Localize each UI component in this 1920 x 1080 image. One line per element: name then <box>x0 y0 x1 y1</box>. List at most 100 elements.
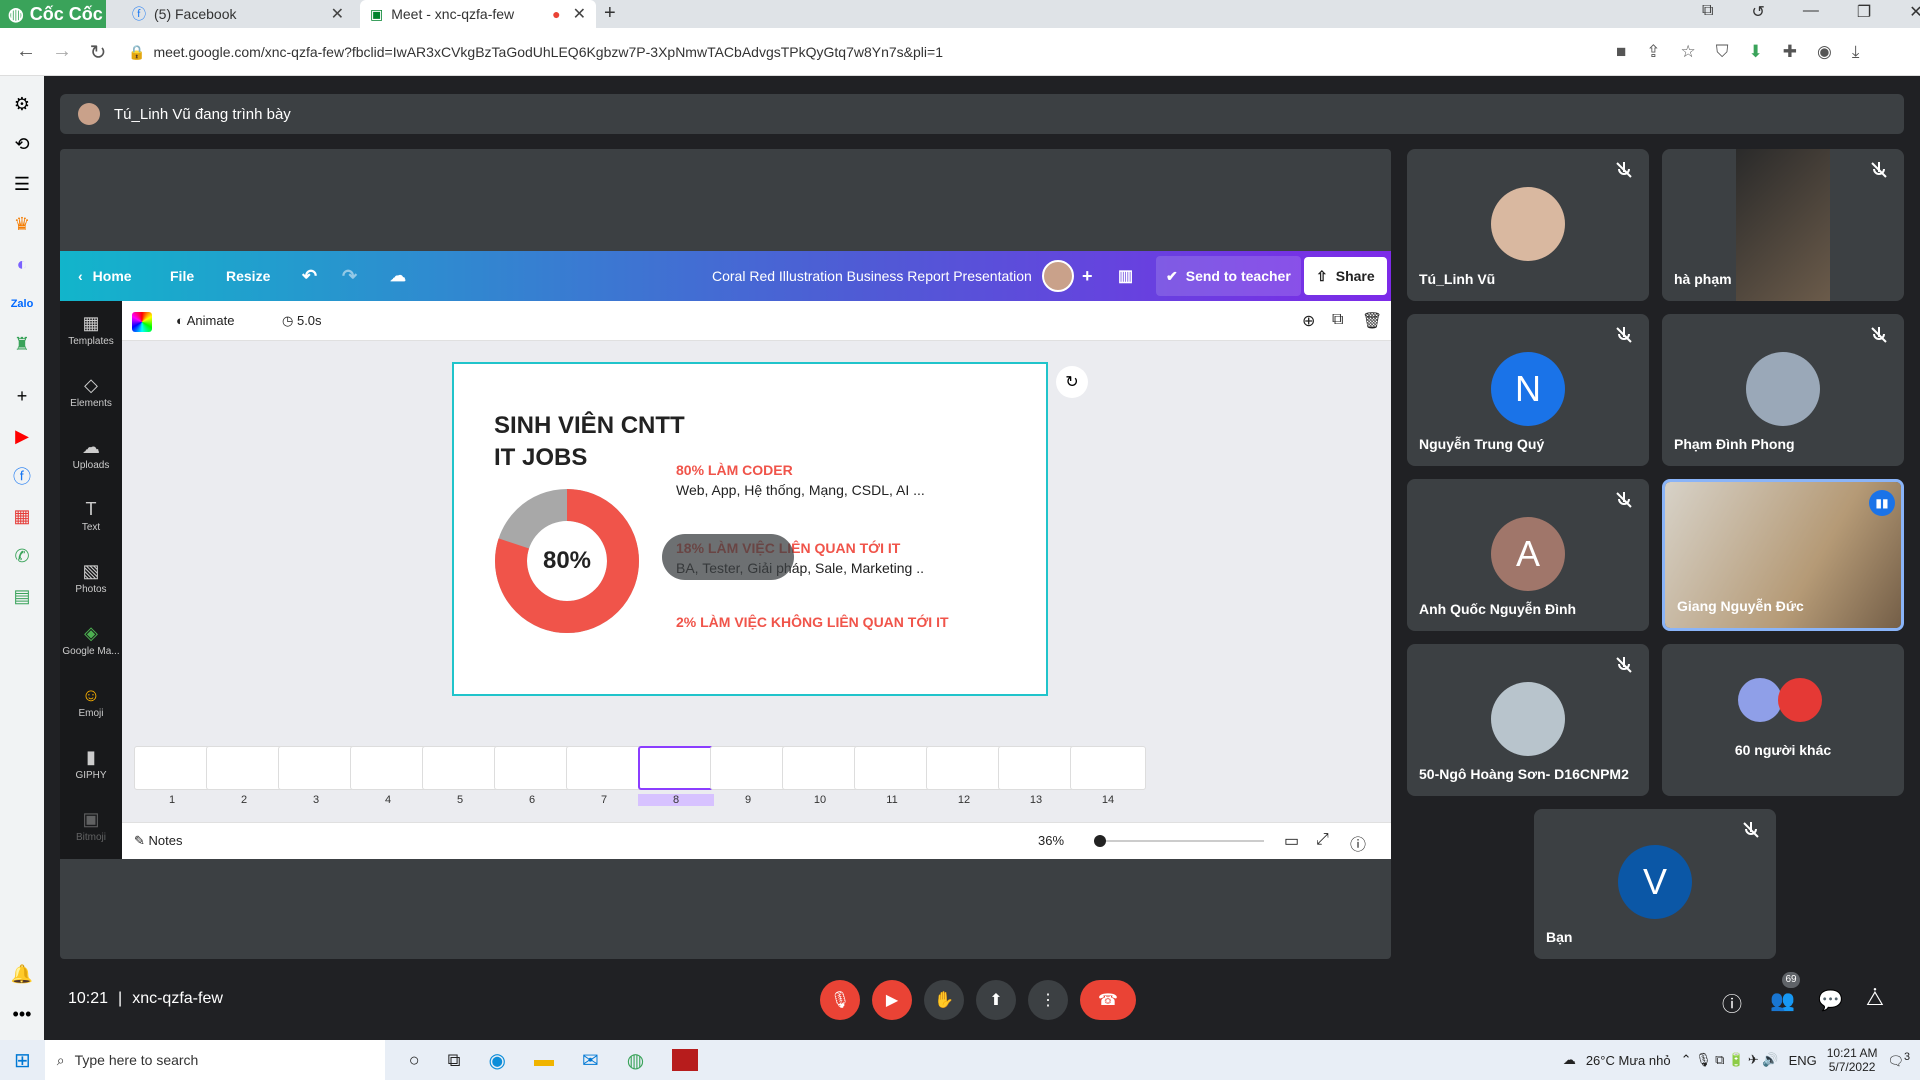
page-thumbnail[interactable] <box>854 746 930 790</box>
minimize-icon[interactable]: — <box>1803 2 1819 22</box>
trash-icon[interactable]: 🗑 <box>1362 311 1382 331</box>
cortana-icon[interactable]: ○ <box>409 1050 420 1071</box>
duration-button[interactable]: ◷ 5.0s <box>282 313 322 329</box>
youtube-icon[interactable]: ▶ <box>8 422 36 450</box>
participant-tile-speaking[interactable]: ▮▮ Giang Nguyễn Đức <box>1662 479 1904 631</box>
activities-icon[interactable]: ⧊ <box>1866 988 1884 1011</box>
fullscreen-icon[interactable]: ⤢ <box>1316 831 1329 849</box>
file-menu[interactable]: File <box>170 251 194 301</box>
file-explorer-icon[interactable]: ▬ <box>534 1049 554 1072</box>
weather-icon[interactable]: ☁ <box>1563 1052 1576 1068</box>
reload-icon[interactable]: ↻ <box>86 40 110 65</box>
collaborator-avatar[interactable]: + <box>1042 251 1093 301</box>
share-button[interactable]: ⇧ Share <box>1304 257 1387 295</box>
settings-icon[interactable]: ⚙ <box>8 90 36 118</box>
people-icon[interactable]: 👥 <box>1770 988 1795 1013</box>
windows-start-icon[interactable]: ⊞ <box>14 1048 31 1073</box>
calendar-icon[interactable]: ▦ <box>8 502 36 530</box>
close-tab-icon[interactable]: ✕ <box>331 4 344 24</box>
close-window-icon[interactable]: ✕ <box>1909 2 1920 22</box>
send-to-teacher-button[interactable]: ✔ Send to teacher <box>1156 256 1301 296</box>
rail-giphy[interactable]: ▮ GIPHY <box>60 747 122 781</box>
more-options-button[interactable]: ⋮ <box>1028 980 1068 1020</box>
add-page-icon[interactable]: ⊕ <box>1302 311 1315 331</box>
redo-icon[interactable]: ↷ <box>342 251 357 301</box>
app-taskbar-icon[interactable] <box>672 1049 699 1071</box>
design-title[interactable]: Coral Red Illustration Business Report P… <box>712 251 1032 301</box>
tab-facebook[interactable]: ⓕ (5) Facebook ✕ <box>122 0 354 28</box>
insights-icon[interactable]: ▥ <box>1118 251 1133 301</box>
sheet-icon[interactable]: ▤ <box>8 582 36 610</box>
screenshot-icon[interactable]: ⧉ <box>1702 2 1713 22</box>
notifications-icon[interactable]: 🗨3 <box>1887 1051 1910 1069</box>
raise-hand-button[interactable]: ✋ <box>924 980 964 1020</box>
taskbar-clock[interactable]: 10:21 AM 5/7/2022 <box>1827 1046 1878 1074</box>
zalo-icon[interactable]: Zalo <box>8 290 36 318</box>
mic-toggle-button[interactable]: 🎙 <box>820 980 860 1020</box>
rail-google-maps[interactable]: ◈ Google Ma... <box>60 623 122 657</box>
page-thumbnail[interactable] <box>350 746 426 790</box>
bookmark-star-icon[interactable]: ☆ <box>1681 42 1696 62</box>
slide-canvas[interactable]: SINH VIÊN CNTT IT JOBS 80% 80% LÀM CODER … <box>452 362 1048 696</box>
language-indicator[interactable]: ENG <box>1789 1053 1817 1068</box>
color-picker-icon[interactable] <box>132 312 152 332</box>
more-icon[interactable]: ••• <box>8 1000 36 1028</box>
download-green-icon[interactable]: ⬇ <box>1749 42 1763 62</box>
rail-uploads[interactable]: ☁ Uploads <box>60 437 122 471</box>
page-thumbnail[interactable] <box>710 746 786 790</box>
camera-toggle-button[interactable]: ▶ <box>872 980 912 1020</box>
self-tile[interactable]: V Bạn <box>1534 809 1776 959</box>
restore-icon[interactable]: ❐ <box>1857 2 1871 22</box>
participant-tile[interactable]: N Nguyễn Trung Quý <box>1407 314 1649 466</box>
page-thumbnail[interactable] <box>494 746 570 790</box>
others-tile[interactable]: 60 người khác <box>1662 644 1904 796</box>
participant-tile[interactable]: hà phạm <box>1662 149 1904 301</box>
resize-menu[interactable]: Resize <box>226 251 270 301</box>
list-icon[interactable]: ☰ <box>8 170 36 198</box>
camera-icon[interactable]: ■ <box>1616 42 1626 62</box>
profile-icon[interactable]: ◉ <box>1817 42 1832 62</box>
coccoc-taskbar-icon[interactable]: ◍ <box>627 1048 644 1073</box>
home-button[interactable]: ‹ Home <box>78 251 132 301</box>
page-thumbnail[interactable] <box>998 746 1074 790</box>
game-icon[interactable]: ♜ <box>8 330 36 358</box>
cloud-saved-icon[interactable]: ☁ <box>390 251 406 301</box>
mail-icon[interactable]: ✉ <box>582 1048 599 1073</box>
rail-emoji[interactable]: ☺ Emoji <box>60 685 122 719</box>
present-button[interactable]: ⬆ <box>976 980 1016 1020</box>
edge-icon[interactable]: ◉ <box>489 1048 506 1073</box>
forward-icon[interactable]: → <box>50 40 74 63</box>
taskbar-search[interactable]: ⌕ Type here to search <box>44 1040 385 1080</box>
crown-icon[interactable]: ♛ <box>8 210 36 238</box>
page-count-icon[interactable]: ▭ <box>1284 831 1299 851</box>
info-icon[interactable]: ⓘ <box>1722 988 1742 1017</box>
downloads-icon[interactable]: ⤓ <box>1852 42 1860 62</box>
refresh-icon[interactable]: ↻ <box>1056 366 1088 398</box>
chat-icon[interactable]: ✆ <box>8 542 36 570</box>
close-tab-icon[interactable]: ✕ <box>573 4 586 24</box>
tab-meet[interactable]: ▣ Meet - xnc-qzfa-few ● ✕ <box>360 0 596 28</box>
rail-bitmoji[interactable]: ▣ Bitmoji <box>60 809 122 843</box>
facebook-icon[interactable]: ⓕ <box>8 462 36 490</box>
page-thumbnail[interactable] <box>926 746 1002 790</box>
notes-button[interactable]: ✎ Notes <box>134 833 182 849</box>
page-thumbnail[interactable] <box>782 746 858 790</box>
tray-icons[interactable]: ⌃ 🎙 ⧉ 🔋 ✈ 🔊 <box>1681 1052 1779 1068</box>
rail-text[interactable]: T Text <box>60 499 122 533</box>
extensions-icon[interactable]: ✚ <box>1783 42 1797 62</box>
url-field[interactable]: 🔒 meet.google.com/xnc-qzfa-few?fbclid=Iw… <box>128 38 1608 66</box>
notification-bell-icon[interactable]: 🔔 <box>8 960 36 988</box>
page-thumbnail[interactable] <box>566 746 642 790</box>
page-thumbnail[interactable] <box>422 746 498 790</box>
participant-tile[interactable]: Tú_Linh Vũ <box>1407 149 1649 301</box>
history-icon[interactable]: ⟲ <box>8 130 36 158</box>
zoom-slider-handle[interactable] <box>1094 835 1106 847</box>
page-thumbnail[interactable] <box>638 746 714 790</box>
history-icon[interactable]: ↺ <box>1751 2 1764 22</box>
chat-icon[interactable]: 💬 <box>1818 988 1843 1013</box>
leave-call-button[interactable]: ☎ <box>1080 980 1136 1020</box>
shield-icon[interactable]: ⛉ <box>1716 42 1729 62</box>
rail-photos[interactable]: ▧ Photos <box>60 561 122 595</box>
zoom-slider[interactable] <box>1098 840 1264 842</box>
messenger-icon[interactable]: ◐ <box>8 250 36 278</box>
